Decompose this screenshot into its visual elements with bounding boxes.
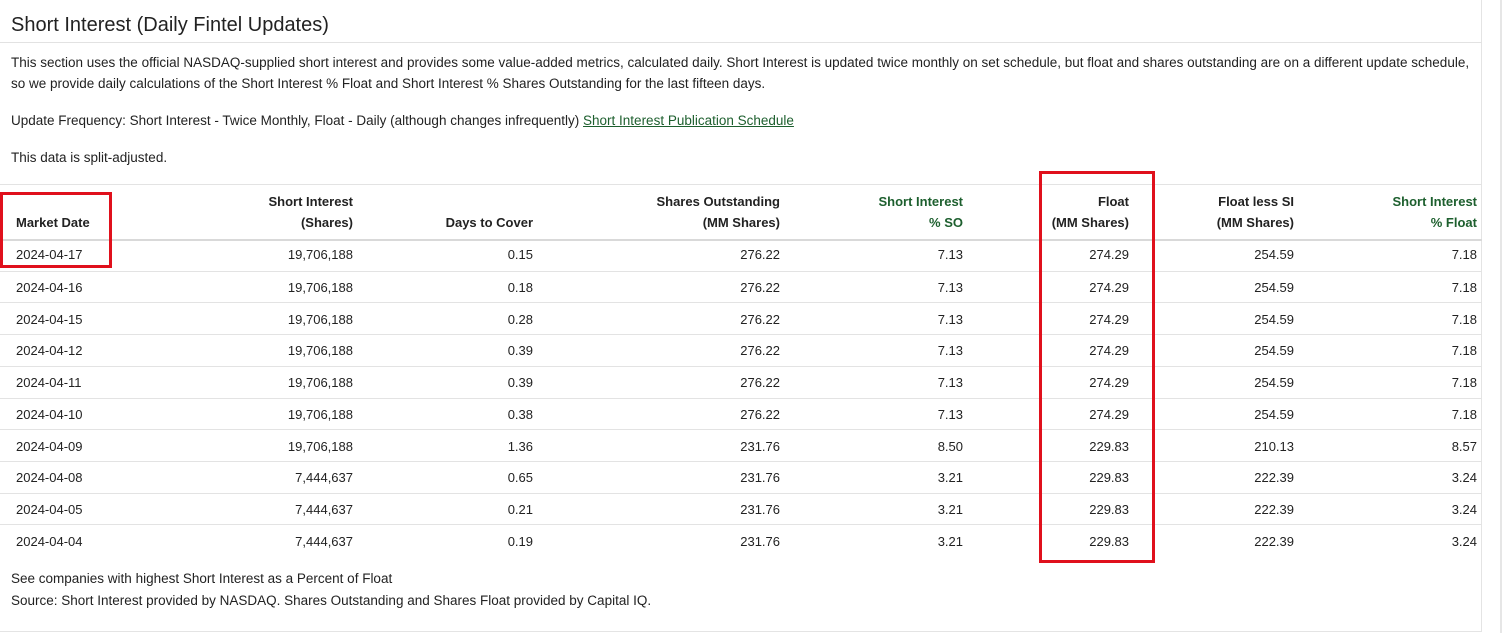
cell-shares-outstanding: 231.76 bbox=[740, 438, 780, 454]
header-shares-outstanding[interactable]: Shares Outstanding (MM Shares) bbox=[540, 185, 780, 239]
header-float-less-si[interactable]: Float less SI (MM Shares) bbox=[1135, 185, 1294, 239]
cell-short-interest-pct-float: 7.18 bbox=[1451, 375, 1477, 391]
cell-short-interest-shares: 7,444,637 bbox=[295, 470, 353, 486]
cell-short-interest-pct-float: 8.57 bbox=[1451, 438, 1477, 454]
cell-short-interest-pct-float: 3.24 bbox=[1451, 533, 1477, 549]
cell-float-less-si: 254.59 bbox=[1254, 375, 1294, 391]
float-column-highlight-box bbox=[1039, 171, 1155, 563]
highest-short-interest-note: See companies with highest Short Interes… bbox=[11, 571, 393, 586]
header-short-interest-pct-float[interactable]: Short Interest% Float bbox=[1300, 185, 1477, 239]
cell-float-less-si: 210.13 bbox=[1254, 438, 1294, 454]
cell-days-to-cover: 0.65 bbox=[507, 470, 533, 486]
cell-short-interest-pct-so: 3.21 bbox=[937, 501, 963, 517]
header-days-to-cover[interactable]: Days to Cover bbox=[360, 185, 533, 239]
cell-short-interest-shares: 19,706,188 bbox=[287, 438, 353, 454]
table-row: 2024-04-16 19,706,188 0.18 276.22 7.13 274.29… bbox=[0, 270, 1482, 304]
cell-short-interest-pct-so: 7.13 bbox=[937, 311, 963, 327]
table-header-row: Market Date Short Interest (Shares) Days … bbox=[0, 184, 1482, 241]
cell-short-interest-pct-so: 7.13 bbox=[937, 406, 963, 422]
cell-float-less-si: 254.59 bbox=[1254, 247, 1294, 263]
cell-market-date: 2024-04-08 bbox=[16, 470, 83, 486]
cell-shares-outstanding: 276.22 bbox=[740, 311, 780, 327]
title-divider bbox=[0, 42, 1482, 43]
cell-market-date: 2024-04-15 bbox=[16, 311, 83, 327]
cell-short-interest-pct-so: 7.13 bbox=[937, 375, 963, 391]
cell-days-to-cover: 0.18 bbox=[507, 280, 533, 296]
cell-market-date: 2024-04-09 bbox=[16, 438, 83, 454]
cell-short-interest-pct-float: 7.18 bbox=[1451, 343, 1477, 359]
table-row: 2024-04-09 19,706,188 1.36 231.76 8.50 229.83… bbox=[0, 429, 1482, 462]
cell-short-interest-shares: 19,706,188 bbox=[287, 343, 353, 359]
update-frequency-text: Update Frequency: Short Interest - Twice… bbox=[11, 113, 584, 128]
table-row: 2024-04-17 19,706,188 0.15 276.22 7.13 274.29… bbox=[0, 239, 1482, 271]
cell-short-interest-pct-so: 3.21 bbox=[937, 533, 963, 549]
table-row: 2024-04-08 7,444,637 0.65 231.76 3.21 229.83 2… bbox=[0, 460, 1482, 494]
cell-shares-outstanding: 231.76 bbox=[740, 533, 780, 549]
cell-short-interest-shares: 19,706,188 bbox=[287, 280, 353, 296]
table-row: 2024-04-11 19,706,188 0.39 276.22 7.13 274.29… bbox=[0, 365, 1482, 399]
table-row: 2024-04-12 19,706,188 0.39 276.22 7.13 274.29… bbox=[0, 334, 1482, 367]
cell-market-date: 2024-04-10 bbox=[16, 406, 83, 422]
cell-short-interest-shares: 19,706,188 bbox=[287, 406, 353, 422]
cell-shares-outstanding: 276.22 bbox=[740, 247, 780, 263]
cell-days-to-cover: 0.15 bbox=[507, 247, 533, 263]
page-scroll-edge bbox=[1500, 0, 1502, 633]
cell-shares-outstanding: 276.22 bbox=[740, 343, 780, 359]
cell-days-to-cover: 0.19 bbox=[507, 533, 533, 549]
cell-float-less-si: 254.59 bbox=[1254, 406, 1294, 422]
cell-short-interest-pct-float: 7.18 bbox=[1451, 247, 1477, 263]
data-source-note: Source: Short Interest provided by NASDA… bbox=[11, 593, 652, 608]
table-row: 2024-04-05 7,444,637 0.21 231.76 3.21 229.83 2… bbox=[0, 492, 1482, 526]
cell-days-to-cover: 0.39 bbox=[507, 343, 533, 359]
cell-short-interest-shares: 19,706,188 bbox=[287, 247, 353, 263]
cell-short-interest-pct-so: 3.21 bbox=[937, 470, 963, 486]
cell-short-interest-pct-float: 7.18 bbox=[1451, 311, 1477, 327]
section-description: This section uses the official NASDAQ-su… bbox=[11, 55, 1470, 91]
header-short-interest-shares[interactable]: Short Interest (Shares) bbox=[160, 185, 353, 239]
cell-short-interest-shares: 7,444,637 bbox=[295, 533, 353, 549]
market-date-highlight-box bbox=[0, 192, 112, 268]
cell-market-date: 2024-04-04 bbox=[16, 533, 83, 549]
section-title: Short Interest (Daily Fintel Updates) bbox=[11, 14, 329, 36]
cell-short-interest-shares: 19,706,188 bbox=[287, 375, 353, 391]
cell-shares-outstanding: 231.76 bbox=[740, 470, 780, 486]
table-row: 2024-04-15 19,706,188 0.28 276.22 7.13 274.29… bbox=[0, 302, 1482, 335]
cell-days-to-cover: 0.21 bbox=[507, 501, 533, 517]
cell-shares-outstanding: 276.22 bbox=[740, 375, 780, 391]
cell-float-less-si: 254.59 bbox=[1254, 343, 1294, 359]
table-row: 2024-04-10 19,706,188 0.38 276.22 7.13 274.29… bbox=[0, 397, 1482, 431]
cell-short-interest-pct-float: 7.18 bbox=[1451, 406, 1477, 422]
cell-short-interest-pct-float: 7.18 bbox=[1451, 280, 1477, 296]
cell-float-less-si: 222.39 bbox=[1254, 501, 1294, 517]
cell-float-less-si: 254.59 bbox=[1254, 280, 1294, 296]
cell-short-interest-pct-so: 7.13 bbox=[937, 343, 963, 359]
cell-market-date: 2024-04-11 bbox=[16, 375, 82, 391]
cell-short-interest-shares: 19,706,188 bbox=[287, 311, 353, 327]
cell-short-interest-shares: 7,444,637 bbox=[295, 501, 353, 517]
cell-short-interest-pct-so: 7.13 bbox=[937, 280, 963, 296]
cell-days-to-cover: 0.38 bbox=[507, 406, 533, 422]
table-row: 2024-04-04 7,444,637 0.19 231.76 3.21 229.83 2… bbox=[0, 524, 1482, 557]
cell-short-interest-pct-float: 3.24 bbox=[1451, 501, 1477, 517]
cell-days-to-cover: 1.36 bbox=[507, 438, 533, 454]
cell-market-date: 2024-04-12 bbox=[16, 343, 83, 359]
cell-market-date: 2024-04-16 bbox=[16, 280, 83, 296]
split-adjusted-note: This data is split-adjusted. bbox=[11, 150, 168, 165]
cell-float-less-si: 222.39 bbox=[1254, 470, 1294, 486]
cell-short-interest-pct-float: 3.24 bbox=[1451, 470, 1477, 486]
cell-market-date: 2024-04-05 bbox=[16, 501, 83, 517]
header-short-interest-pct-so[interactable]: Short Interest% SO bbox=[790, 185, 963, 239]
cell-shares-outstanding: 276.22 bbox=[740, 280, 780, 296]
cell-short-interest-pct-so: 7.13 bbox=[937, 247, 963, 263]
publication-schedule-link[interactable]: Short Interest Publication Schedule bbox=[583, 113, 794, 128]
cell-shares-outstanding: 276.22 bbox=[740, 406, 780, 422]
cell-days-to-cover: 0.39 bbox=[507, 375, 533, 391]
cell-float-less-si: 254.59 bbox=[1254, 311, 1294, 327]
cell-short-interest-pct-so: 8.50 bbox=[937, 438, 963, 454]
cell-days-to-cover: 0.28 bbox=[507, 311, 533, 327]
cell-float-less-si: 222.39 bbox=[1254, 533, 1294, 549]
update-frequency: Update Frequency: Short Interest - Twice… bbox=[11, 110, 1476, 131]
cell-shares-outstanding: 231.76 bbox=[740, 501, 780, 517]
